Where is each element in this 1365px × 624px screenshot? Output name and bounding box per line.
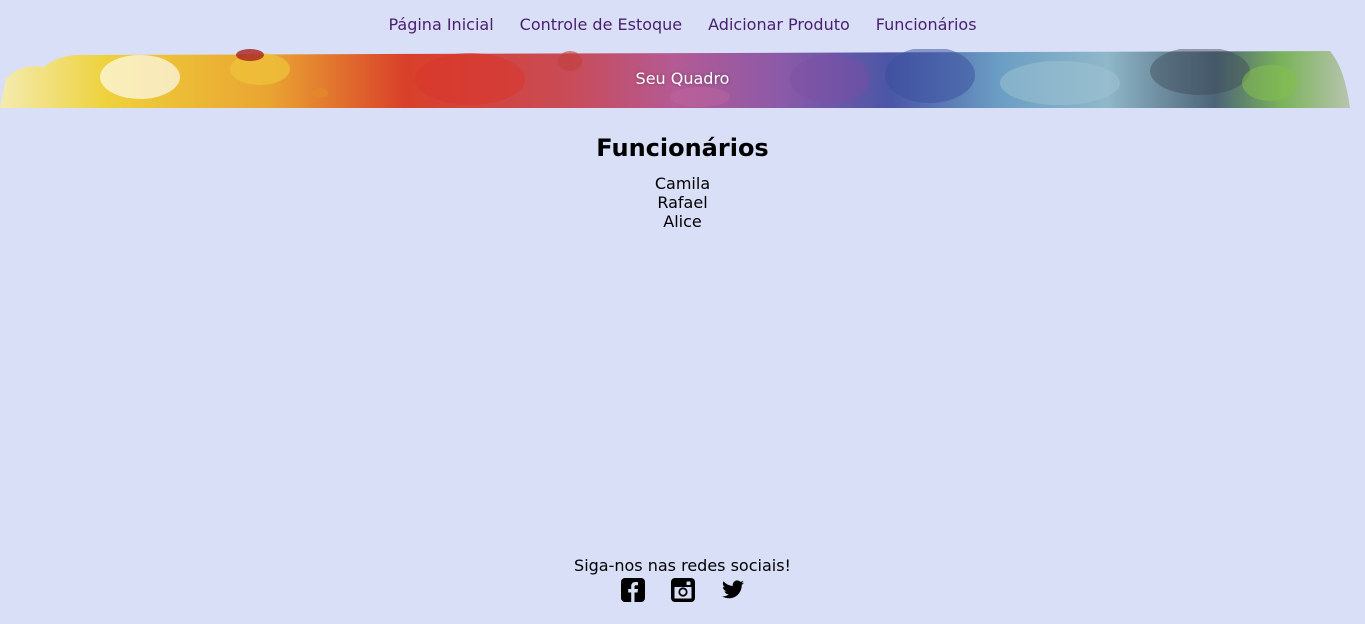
list-item: Rafael	[657, 193, 708, 212]
nav-link-home[interactable]: Página Inicial	[388, 15, 493, 34]
list-item: Camila	[654, 174, 711, 193]
list-item: Alice	[663, 212, 702, 231]
nav-link-add-product[interactable]: Adicionar Produto	[708, 15, 850, 34]
footer-text: Siga-nos nas redes sociais!	[574, 556, 791, 575]
twitter-icon[interactable]	[721, 578, 745, 602]
top-nav: Página Inicial Controle de Estoque Adici…	[0, 0, 1365, 49]
banner-title: Seu Quadro	[635, 69, 730, 88]
employees-section: Funcionários Camila Rafael Alice	[0, 134, 1365, 231]
nav-link-employees[interactable]: Funcionários	[876, 15, 977, 34]
page-title: Funcionários	[596, 134, 769, 162]
facebook-icon[interactable]	[620, 578, 645, 602]
page: Página Inicial Controle de Estoque Adici…	[0, 0, 1365, 624]
footer: Siga-nos nas redes sociais!	[0, 556, 1365, 602]
nav-link-stock-control[interactable]: Controle de Estoque	[520, 15, 683, 34]
instagram-icon[interactable]	[670, 578, 695, 602]
social-links	[0, 578, 1365, 602]
watercolor-banner: Seu Quadro	[0, 49, 1365, 108]
employee-list: Camila Rafael Alice	[0, 174, 1365, 231]
